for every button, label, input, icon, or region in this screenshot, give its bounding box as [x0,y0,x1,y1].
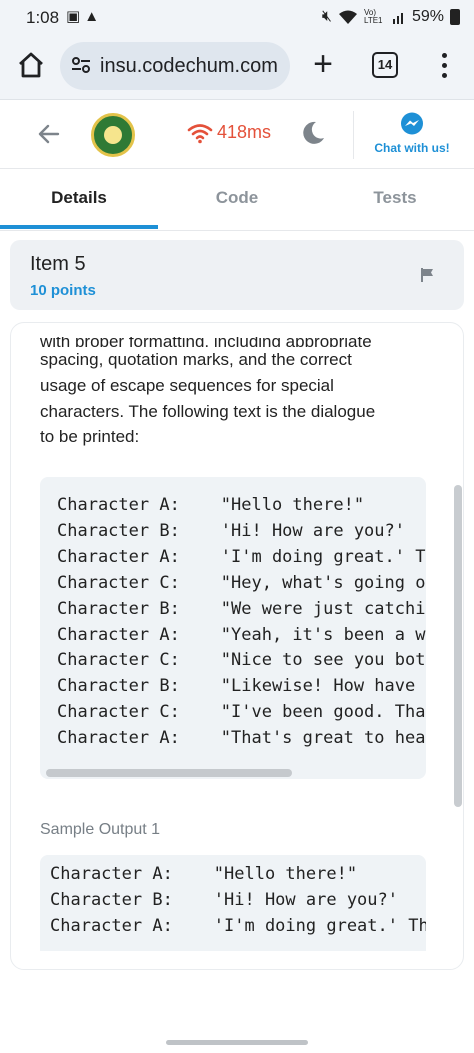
speaker-label: Character A: [57,624,221,645]
sample-output-lines: Character A: "Hello there!" Character B: … [50,862,426,940]
dialogue-code-block[interactable]: Character A: "Hello there!" Character B: … [40,477,426,779]
address-bar[interactable]: insu.codechum.com [60,42,290,90]
problem-tabs: Details Code Tests [0,169,474,231]
description-line: usage of escape sequences for special [40,375,334,395]
dialogue-row: Character A: "Hello there!" [57,493,425,519]
back-arrow-icon[interactable] [36,121,62,147]
header-divider [353,111,354,159]
notification-icons: ▣▲ [66,7,103,25]
site-settings-icon[interactable] [70,54,92,76]
dialogue-text: 'Hi! How are you?' [213,889,398,910]
status-right: 🔇︎ Vo) LTE1 59% [322,8,460,26]
dialogue-row: Character B: 'Hi! How are you?' [50,888,426,914]
sample-output-block[interactable]: Character A: "Hello there!" Character B: … [40,855,426,951]
description-line: spacing, quotation marks, and the correc… [40,350,352,369]
dialogue-text: "Hello there!" [213,864,358,884]
dialogue-row: Character A: "Hello there!" [50,862,426,888]
item-points: 10 points [30,282,96,299]
dialogue-text: "Yeah, it's been a w [220,624,426,645]
dialogue-row: Character A: "Yeah, it's been a w [57,623,425,649]
tab-tests[interactable]: Tests [316,169,474,229]
connection-wifi-icon [187,124,213,144]
speaker-label: Character B: [57,676,221,697]
item-header-card: Item 5 10 points [10,240,464,310]
dialogue-text: 'I'm doing great.' T [220,546,426,567]
dialogue-text: 'I'm doing great.' Th [213,915,426,936]
dialogue-text: "I've been good. Tha [220,702,426,723]
home-icon[interactable] [16,50,46,80]
dialogue-text: "Likewise! How have [220,676,416,697]
new-tab-icon[interactable]: + [308,44,338,84]
dialogue-text: "Hello there!" [220,495,365,515]
status-time: 1:08 [26,8,60,27]
mute-icon: 🔇︎ [321,8,332,25]
chat-with-us-link[interactable]: Chat with us! [362,141,462,155]
dialogue-row: Character A: "That's great to hea [57,726,425,752]
dialogue-row: Character C: "Hey, what's going o [57,571,425,597]
description-cut-line: with proper formatting, including approp… [40,337,372,347]
app-header: 418ms Chat with us! [0,101,474,169]
network-label: Vo) LTE1 [363,8,383,25]
dialogue-row: Character B: "Likewise! How have [57,674,425,700]
dialogue-row: Character A: 'I'm doing great.' Th [50,914,426,940]
vertical-scrollbar[interactable] [454,485,462,807]
dialogue-text: "Hey, what's going o [220,572,426,593]
dialogue-text: "Nice to see you bot [220,650,426,671]
speaker-label: Character A: [57,495,221,515]
battery-icon [450,9,460,25]
dialogue-row: Character A: 'I'm doing great.' T [57,545,425,571]
speaker-label: Character A: [57,546,221,567]
dialogue-row: Character C: "Nice to see you bot [57,648,425,674]
dialogue-row: Character B: 'Hi! How are you?' [57,519,425,545]
messenger-icon[interactable] [400,112,424,136]
speaker-label: Character B: [50,889,214,910]
dialogue-row: Character B: "We were just catchi [57,597,425,623]
tab-details[interactable]: Details [0,169,158,229]
dialogue-text: "That's great to hea [220,728,426,749]
wifi-icon [338,10,357,24]
speaker-label: Character B: [57,520,221,541]
speaker-label: Character B: [57,598,221,619]
dialogue-text: 'Hi! How are you?' [220,520,405,541]
sample-output-label: Sample Output 1 [40,821,161,838]
image-icon: ▣ [66,8,85,25]
signal-icon [392,13,403,24]
speaker-label: Character A: [57,728,221,749]
horizontal-scrollbar[interactable] [46,769,292,777]
dialogue-lines: Character A: "Hello there!" Character B: … [57,493,425,752]
active-tab-indicator [0,225,158,229]
description-line: characters. The following text is the di… [40,401,376,421]
problem-description-card: with proper formatting, including approp… [10,322,464,970]
tab-switcher-button[interactable]: 14 [372,52,398,78]
dialogue-row: Character C: "I've been good. Tha [57,700,425,726]
browser-toolbar: insu.codechum.com + 14 [0,36,474,100]
tab-code[interactable]: Code [158,169,316,229]
more-menu-icon[interactable] [434,50,454,80]
warning-icon: ▲ [84,8,104,25]
dialogue-text: "We were just catchi [220,598,426,619]
status-bar: 1:08 ▣▲ 🔇︎ Vo) LTE1 59% [0,0,474,36]
school-logo[interactable] [91,113,135,157]
speaker-label: Character C: [57,572,221,593]
flag-icon[interactable] [420,267,436,283]
url-text[interactable]: insu.codechum.com [100,55,278,78]
dark-mode-moon-icon[interactable] [300,120,326,146]
speaker-label: Character C: [57,702,221,723]
description-line: to be printed: [40,427,140,447]
speaker-label: Character C: [57,650,221,671]
item-title: Item 5 [30,253,86,275]
battery-percent: 59% [411,8,444,25]
speaker-label: Character A: [50,864,214,884]
latency-value: 418ms [217,122,272,142]
problem-description: with proper formatting, including approp… [40,337,420,450]
speaker-label: Character A: [50,915,214,936]
gesture-navigation-bar[interactable] [166,1040,308,1045]
